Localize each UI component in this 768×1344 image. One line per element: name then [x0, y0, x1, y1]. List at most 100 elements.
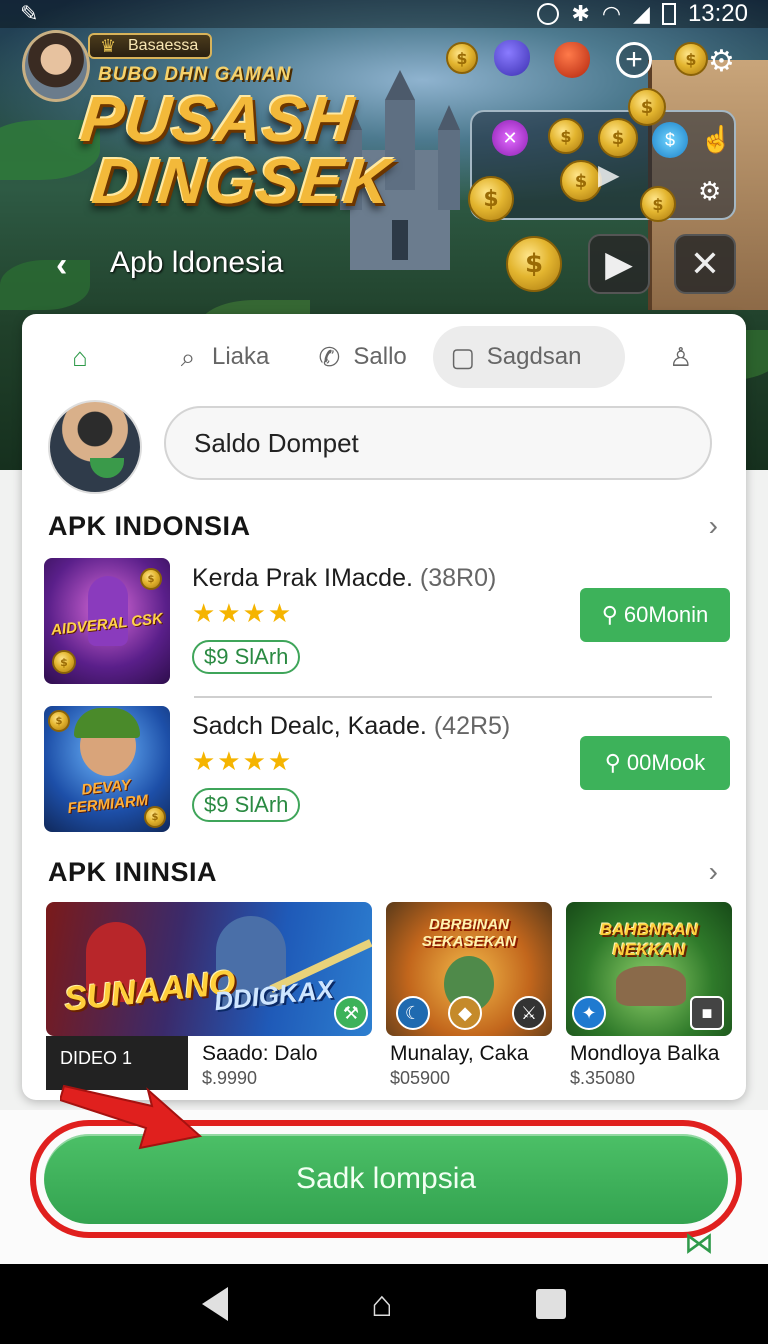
app-thumbnail[interactable]: $ $ AIDVERAL CSK [44, 558, 170, 684]
section-title: APK ININSIA [48, 856, 218, 887]
signal-icon: ◢ [633, 1, 650, 26]
tab-label: Sallo [353, 343, 407, 370]
nav-row: ‹ Apb ldonesia $ ▶ ✕ [0, 234, 768, 296]
game-art-text: DBRBINAN SEKASEKAN [421, 916, 517, 950]
add-resource-button[interactable]: + [616, 42, 652, 78]
install-label: 00Mook [626, 750, 706, 775]
tab-search[interactable]: ⌕ Liaka [158, 326, 285, 388]
message-icon: ▢ [450, 342, 476, 372]
game-name: Saado: Dalo [202, 1042, 318, 1065]
price-badge: $9 SlArh [192, 788, 301, 822]
app-list-item[interactable]: $ $ DEVAY FERMIARM Sadch Dealc, Kaade. (… [44, 706, 730, 836]
key-icon: ⚲ [601, 602, 618, 627]
game-title-line2: DINGSEK [88, 145, 396, 217]
chat-icon: ✆ [318, 342, 341, 372]
red-potion-icon [554, 42, 590, 78]
tab-messages[interactable]: ▢ Sagdsan [432, 326, 625, 388]
play-icon: ▶ [598, 159, 620, 190]
tab-chat[interactable]: ✆ Sallo [299, 326, 422, 388]
review-count: (38R0) [419, 564, 497, 592]
play-button[interactable]: ▶ [588, 234, 650, 294]
notification-icon: ✎ [20, 1, 39, 26]
game-price: $.9990 [202, 1068, 258, 1088]
tab-home[interactable]: ⌂ [40, 326, 120, 388]
app-thumbnail[interactable]: $ $ DEVAY FERMIARM [44, 706, 170, 832]
hammer-icon: ⚒ [334, 996, 368, 1030]
settings-gear-icon[interactable]: ⚙ [708, 44, 735, 79]
section-header[interactable]: APK INDONSIA › [48, 508, 718, 544]
profile-row: Saldo Dompet [48, 400, 728, 496]
screen: ✎ ✱ ◠ ◢ 13:20 Basaessa BUBO DHN GAMAN PU… [0, 0, 768, 1344]
game-art[interactable]: SUNAANO DDIGKAX ⚒ [46, 902, 372, 1036]
system-nav-bar: ⌂ [0, 1264, 768, 1344]
game-art-text: BAHBNRAN NEKKAN [599, 920, 699, 959]
blue-potion-icon [494, 40, 530, 76]
game-price: $.35080 [570, 1068, 636, 1088]
game-price: $05900 [390, 1068, 451, 1088]
clock: 13:20 [687, 0, 748, 27]
install-label: 60Monin [623, 602, 709, 627]
tab-label: Liaka [212, 343, 270, 370]
player-avatar[interactable] [22, 30, 90, 102]
coin-icon: $ [560, 160, 602, 202]
user-avatar[interactable] [48, 400, 142, 494]
square-icon: ■ [690, 996, 724, 1030]
game-art[interactable]: DBRBINAN SEKASEKAN ☾ ◆ ⚔ [386, 902, 552, 1036]
back-icon[interactable] [201, 1287, 228, 1321]
app-list-item[interactable]: $ $ AIDVERAL CSK Kerda Prak IMacde. (38R… [44, 558, 730, 688]
wifi-icon: ◠ [601, 1, 622, 26]
shield-icon: ◆ [448, 996, 482, 1030]
game-title: PUSASH DINGSEK [71, 83, 401, 217]
install-button[interactable]: ⚲ 00Mook [580, 736, 730, 790]
chevron-right-icon[interactable]: › [709, 856, 718, 888]
coin-icon: $ [598, 118, 638, 158]
coin-icon: $ [628, 88, 666, 126]
wallet-balance-field[interactable]: Saldo Dompet [164, 406, 712, 480]
star-rating: ★★★★ [192, 598, 294, 628]
coin-icon: $ [548, 118, 584, 154]
coin-icon: $ [506, 236, 562, 292]
x-mark-icon: ⋈ [684, 1227, 714, 1260]
install-button[interactable]: ⚲ 60Monin [580, 588, 730, 642]
review-count: (42R5) [433, 712, 511, 740]
home-icon: ⌂ [72, 342, 88, 372]
tab-bar: ⌂ ⌕ Liaka ✆ Sallo ▢ Sagdsan ♙ [40, 324, 730, 390]
coin-icon: $ [674, 42, 708, 76]
price-badge: $9 SlArh [192, 640, 301, 674]
app-title: Kerda Prak IMacde. [192, 564, 413, 592]
panel-settings-icon[interactable]: ⚙ [698, 176, 721, 207]
close-button[interactable]: ✕ [674, 234, 736, 294]
pointer-icon: ☝ [700, 124, 733, 154]
alarm-icon [537, 3, 560, 25]
game-card[interactable]: DBRBINAN SEKASEKAN ☾ ◆ ⚔ Munalay, Caka $… [386, 902, 552, 1092]
game-art[interactable]: BAHBNRAN NEKKAN ✦ ■ [566, 902, 732, 1036]
blue-gem-icon: $ [652, 122, 688, 158]
section-header[interactable]: APK ININSIA › [48, 854, 718, 890]
player-badge: Basaessa [88, 33, 213, 59]
recents-icon[interactable] [536, 1289, 567, 1319]
app-title: Sadch Dealc, Kaade. [192, 712, 427, 740]
star-rating: ★★★★ [192, 746, 294, 776]
divider [194, 696, 712, 698]
coin-icon: $ [446, 42, 478, 74]
sword-icon: ⚔ [512, 996, 546, 1030]
section-title: APK INDONSIA [48, 510, 251, 541]
purple-gem-icon: ✕ [492, 120, 528, 156]
tab-label: Sagdsan [486, 343, 582, 370]
back-arrow-icon[interactable]: ‹ [56, 246, 67, 285]
bluetooth-icon: ✱ [571, 1, 590, 26]
profile-icon: ♙ [669, 342, 693, 372]
app-name: Sadch Dealc, Kaade. (42R5) [192, 712, 510, 741]
home-button-icon[interactable]: ⌂ [371, 1283, 393, 1325]
coin-icon: $ [468, 176, 514, 222]
tab-profile[interactable]: ♙ [651, 326, 711, 388]
coin-icon: $ [640, 186, 676, 222]
chevron-right-icon[interactable]: › [709, 510, 718, 542]
game-card[interactable]: BAHBNRAN NEKKAN ✦ ■ Mondloya Balka $.350… [566, 902, 732, 1092]
key-icon: ⚲ [604, 750, 621, 775]
battery-icon [661, 3, 676, 25]
search-icon: ⌕ [180, 342, 196, 372]
app-name: Kerda Prak IMacde. (38R0) [192, 564, 496, 593]
game-name: Mondloya Balka [570, 1042, 720, 1065]
moon-icon: ☾ [396, 996, 430, 1030]
